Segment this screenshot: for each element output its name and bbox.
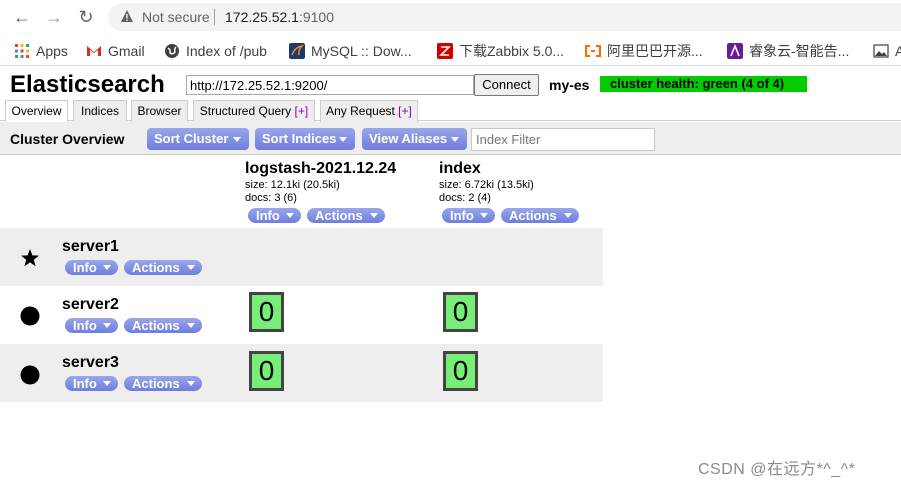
index-name: logstash-2021.12.24 (245, 160, 397, 177)
view-aliases-button[interactable]: View Aliases (362, 128, 467, 150)
address-url: 172.25.52.1:9100 (225, 9, 335, 25)
index-size: size: 12.1ki (20.5ki) (245, 179, 340, 191)
shard-box[interactable]: 0 (443, 292, 478, 332)
bookmark-zabbix[interactable]: 下载Zabbix 5.0... (437, 42, 564, 60)
shard-box[interactable]: 0 (249, 351, 284, 391)
server-info-button[interactable]: Info (65, 260, 118, 275)
index-docs: docs: 3 (6) (245, 192, 297, 204)
chevron-down-icon (286, 213, 294, 218)
cluster-url-input[interactable] (186, 75, 474, 95)
index-filter-input[interactable] (471, 128, 655, 151)
tab-bar: Overview Indices Browser Structured Quer… (0, 99, 901, 123)
back-arrow-icon[interactable]: ← (10, 5, 34, 29)
sort-cluster-button[interactable]: Sort Cluster (147, 128, 249, 150)
index-name: index (439, 160, 481, 177)
bookmark-ruixiang[interactable]: 睿象云-智能告... (727, 42, 849, 60)
server-name: server1 (62, 238, 119, 255)
server-info-button[interactable]: Info (65, 376, 118, 391)
index-docs: docs: 2 (4) (439, 192, 491, 204)
address-bar[interactable]: Not secure 172.25.52.1:9100 (108, 3, 901, 31)
chevron-down-icon (233, 137, 241, 142)
bookmark-gmail[interactable]: Gmail (86, 42, 145, 60)
cluster-name: my-es (549, 77, 590, 93)
zabbix-icon (437, 43, 453, 59)
image-icon (873, 44, 889, 58)
chevron-down-icon (103, 323, 111, 328)
bookmark-apps[interactable]: Apps (14, 42, 68, 60)
connect-button[interactable]: Connect (474, 74, 539, 96)
globe-icon (165, 44, 179, 58)
tab-browser[interactable]: Browser (131, 100, 188, 122)
aliyun-icon (585, 45, 601, 57)
server-name: server3 (62, 354, 119, 371)
not-secure-label: Not secure (142, 9, 210, 25)
sort-indices-button[interactable]: Sort Indices (255, 128, 355, 150)
chevron-down-icon (103, 265, 111, 270)
index-size: size: 6.72ki (13.5ki) (439, 179, 534, 191)
tab-indices[interactable]: Indices (73, 100, 127, 122)
browser-nav-bar: ← → ↻ Not secure 172.25.52.1:9100 (0, 0, 901, 34)
bookmark-image[interactable]: A (873, 42, 901, 60)
chevron-down-icon (370, 213, 378, 218)
shard-box[interactable]: 0 (249, 292, 284, 332)
chevron-down-icon (103, 381, 111, 386)
ruixiang-icon (727, 43, 743, 59)
index-actions-button[interactable]: Actions (307, 208, 385, 223)
bookmark-mysql[interactable]: MySQL :: Dow... (289, 42, 412, 60)
shard-box[interactable]: 0 (443, 351, 478, 391)
index-actions-button[interactable]: Actions (501, 208, 579, 223)
server-row: server3 Info Actions 0 0 (0, 344, 603, 402)
server-actions-button[interactable]: Actions (124, 318, 202, 333)
server-row: server1 Info Actions (0, 228, 603, 286)
watermark: CSDN @在远方*^_^* (698, 461, 856, 478)
forward-arrow-icon[interactable]: → (42, 5, 66, 29)
mysql-icon (289, 43, 305, 59)
bookmarks-bar: Apps Gmail Index of /pub MySQL :: Dow...… (0, 36, 901, 66)
chevron-down-icon (564, 213, 572, 218)
server-actions-button[interactable]: Actions (124, 260, 202, 275)
index-info-button[interactable]: Info (442, 208, 495, 223)
gmail-icon (87, 46, 101, 56)
node-circle-icon (20, 306, 40, 326)
chevron-down-icon (480, 213, 488, 218)
index-info-button[interactable]: Info (248, 208, 301, 223)
tab-overview[interactable]: Overview (5, 100, 68, 123)
server-info-button[interactable]: Info (65, 318, 118, 333)
address-separator (214, 9, 215, 25)
apps-grid-icon (15, 44, 29, 58)
node-circle-icon (20, 365, 40, 385)
tab-any-request[interactable]: Any Request [+] (320, 100, 418, 122)
chevron-down-icon (451, 137, 459, 142)
tab-structured-query[interactable]: Structured Query [+] (193, 100, 315, 122)
chevron-down-icon (187, 381, 195, 386)
reload-icon[interactable]: ↻ (74, 5, 98, 29)
server-name: server2 (62, 296, 119, 313)
bookmark-index-of-pub[interactable]: Index of /pub (164, 42, 267, 60)
chevron-down-icon (187, 265, 195, 270)
bookmark-aliyun[interactable]: 阿里巴巴开源... (585, 42, 703, 60)
server-row: server2 Info Actions 0 0 (0, 286, 603, 344)
chevron-down-icon (187, 323, 195, 328)
app-title: Elasticsearch (10, 71, 165, 98)
server-actions-button[interactable]: Actions (124, 376, 202, 391)
toolbar-title: Cluster Overview (10, 131, 125, 147)
chevron-down-icon (339, 137, 347, 142)
cluster-health-badge: cluster health: green (4 of 4) (600, 76, 807, 92)
warning-triangle-icon[interactable] (120, 9, 134, 23)
master-star-icon (21, 249, 39, 267)
